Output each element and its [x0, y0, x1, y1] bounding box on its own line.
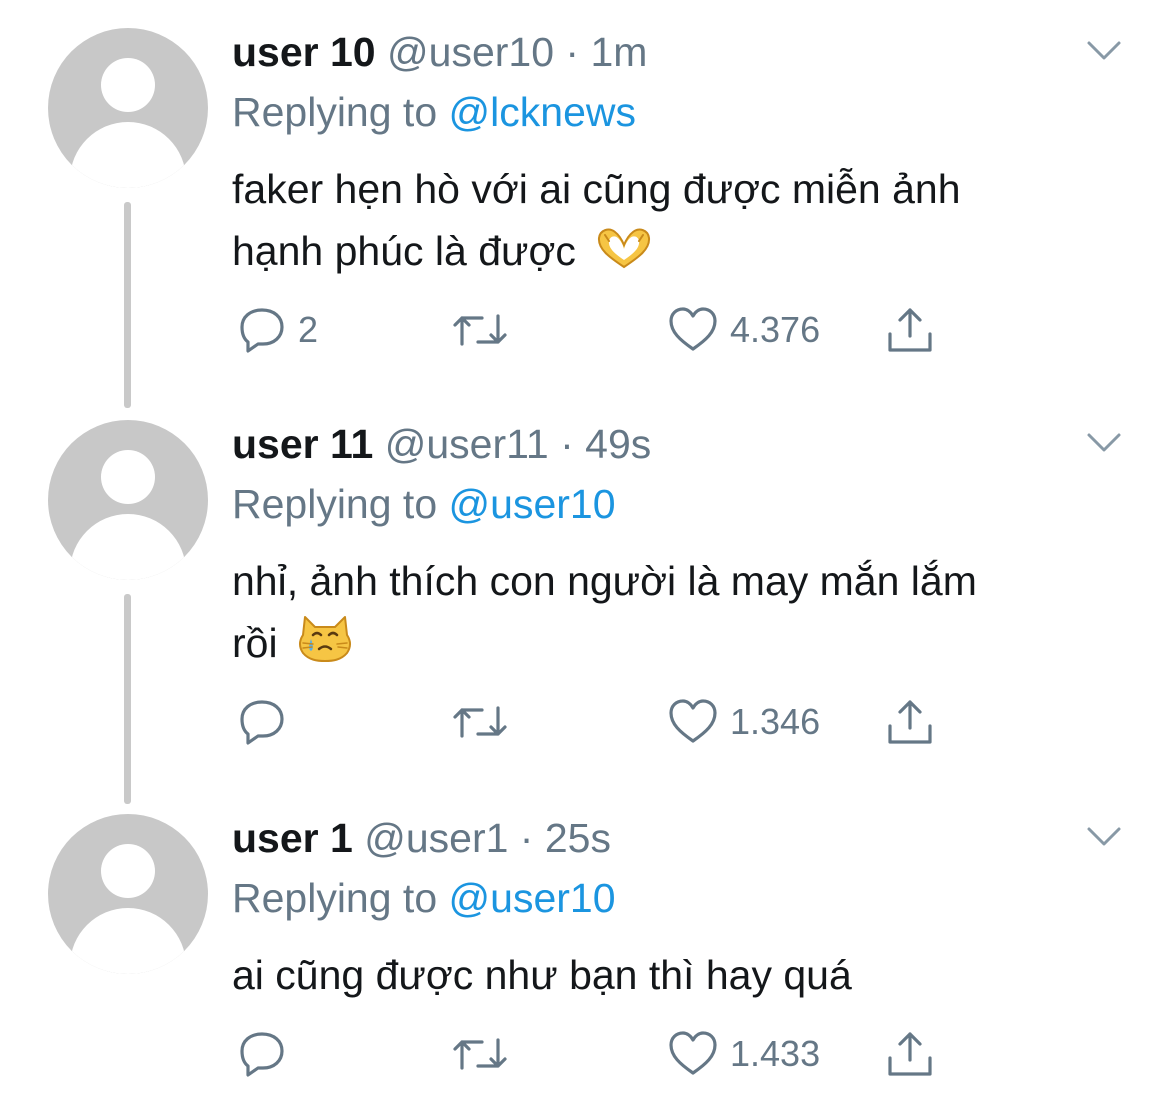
display-name[interactable]: user 1 [232, 815, 353, 861]
reply-icon [240, 700, 284, 745]
retweet-icon [453, 706, 507, 738]
user-handle[interactable]: @user11 [385, 421, 549, 467]
reply-icon [240, 1032, 284, 1077]
replying-to-label: Replying to [232, 89, 438, 135]
replying-to-line: Replying to @user10 [232, 872, 616, 924]
chevron-down-icon[interactable] [1086, 826, 1122, 848]
display-name[interactable]: user 10 [232, 29, 376, 75]
replying-to-label: Replying to [232, 875, 438, 921]
retweet-button[interactable] [448, 302, 522, 358]
tweet-actions: 2 4.376 [232, 302, 952, 358]
tweet-actions: 1.346 [232, 694, 952, 750]
like-count: 1.433 [730, 1033, 821, 1074]
like-button[interactable]: 1.346 [666, 694, 820, 750]
avatar[interactable] [48, 420, 208, 580]
share-icon [888, 308, 932, 352]
share-button[interactable] [884, 1026, 936, 1082]
tweet-2[interactable]: user 11 @user11 · 49s Replying to @user1… [0, 392, 1170, 804]
tweet-time[interactable]: 49s [585, 421, 651, 467]
like-count: 4.376 [730, 309, 821, 350]
tweet-text: ai cũng được như bạn thì hay quá [232, 944, 1112, 1006]
tweet-text: faker hẹn hò với ai cũng được miễn ảnh h… [232, 158, 1112, 282]
tweet-time[interactable]: 25s [545, 815, 611, 861]
chevron-down-icon[interactable] [1086, 432, 1122, 454]
tweet-actions: 1.433 [232, 1026, 952, 1082]
avatar[interactable] [48, 28, 208, 188]
heart-icon [669, 1031, 717, 1075]
tweet-header: user 11 @user11 · 49s [232, 418, 651, 470]
share-icon [888, 1032, 932, 1076]
user-handle[interactable]: @user1 [364, 815, 508, 861]
tweet-3[interactable]: user 1 @user1 · 25s Replying to @user10 … [0, 786, 1170, 1101]
retweet-icon [453, 1038, 507, 1070]
separator-dot: · [508, 815, 545, 861]
replying-to-label: Replying to [232, 481, 438, 527]
tweet-time[interactable]: 1m [590, 29, 647, 75]
share-button[interactable] [884, 302, 936, 358]
tweet-text-line: faker hẹn hò với ai cũng được miễn ảnh [232, 166, 961, 212]
tweet-text-line: ai cũng được như bạn thì hay quá [232, 952, 852, 998]
tweet-text-line: rồi [232, 620, 278, 666]
thread-line [124, 594, 131, 804]
display-name[interactable]: user 11 [232, 421, 373, 467]
tweet-1[interactable]: user 10 @user10 · 1m Replying to @lcknew… [0, 0, 1170, 408]
share-icon [888, 700, 932, 744]
chevron-down-icon[interactable] [1086, 40, 1122, 62]
heart-icon [669, 307, 717, 351]
heart-hands-emoji [598, 228, 651, 269]
retweet-icon [453, 314, 507, 346]
replying-to-link[interactable]: @user10 [449, 481, 616, 527]
reply-button[interactable] [236, 1026, 298, 1082]
tweet-text-line: nhỉ, ảnh thích con người là may mắn lắm [232, 558, 977, 604]
separator-dot: · [554, 29, 591, 75]
reply-count: 2 [298, 309, 319, 350]
tweet-text-line: hạnh phúc là được [232, 228, 576, 274]
retweet-button[interactable] [448, 1026, 522, 1082]
replying-to-link[interactable]: @user10 [449, 875, 616, 921]
thread-line [124, 202, 131, 408]
like-button[interactable]: 4.376 [666, 302, 820, 358]
avatar[interactable] [48, 814, 208, 974]
tweet-header: user 10 @user10 · 1m [232, 26, 647, 78]
tweet-text: nhỉ, ảnh thích con người là may mắn lắm … [232, 550, 1112, 674]
reply-button[interactable]: 2 [236, 302, 318, 358]
retweet-button[interactable] [448, 694, 522, 750]
like-count: 1.346 [730, 701, 821, 742]
heart-icon [669, 699, 717, 743]
user-handle[interactable]: @user10 [387, 29, 554, 75]
replying-to-link[interactable]: @lcknews [449, 89, 636, 135]
replying-to-line: Replying to @lcknews [232, 86, 636, 138]
separator-dot: · [548, 421, 586, 467]
reply-icon [240, 308, 284, 353]
tweet-header: user 1 @user1 · 25s [232, 812, 611, 864]
share-button[interactable] [884, 694, 936, 750]
like-button[interactable]: 1.433 [666, 1026, 820, 1082]
replying-to-line: Replying to @user10 [232, 478, 616, 530]
crying-cat-emoji [298, 616, 351, 662]
reply-button[interactable] [236, 694, 298, 750]
